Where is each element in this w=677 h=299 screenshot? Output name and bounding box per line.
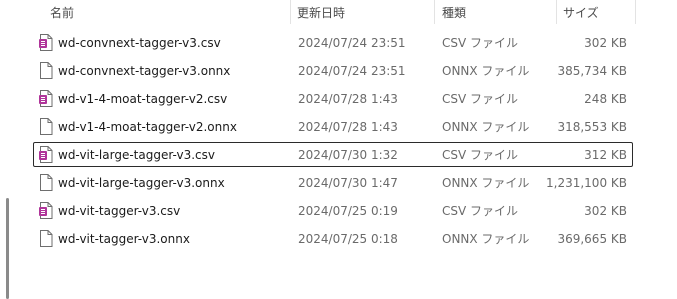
column-header-name[interactable]: 名前 [50, 0, 74, 24]
file-icon [39, 118, 53, 135]
file-size: 385,734 KB [557, 63, 627, 78]
file-name: wd-vit-tagger-v3.csv [58, 203, 181, 218]
csv-file-icon [39, 90, 53, 107]
file-row[interactable]: wd-v1-4-moat-tagger-v2.csv 2024/07/28 1:4… [33, 86, 633, 111]
file-row[interactable]: wd-v1-4-moat-tagger-v2.onnx 2024/07/28 1:… [33, 114, 633, 139]
file-type: CSV ファイル [442, 36, 519, 50]
file-type: ONNX ファイル [442, 120, 530, 134]
file-type: CSV ファイル [442, 148, 519, 162]
csv-file-icon [39, 146, 53, 163]
file-name: wd-vit-large-tagger-v3.csv [58, 147, 216, 162]
column-divider[interactable] [290, 0, 291, 24]
file-row[interactable]: wd-vit-large-tagger-v3.onnx 2024/07/30 1:… [33, 170, 633, 195]
file-list-view: 名前 ˆ 更新日時 種類 サイズ wd-convnext-tagger-v3.c… [0, 0, 677, 299]
file-type: ONNX ファイル [442, 232, 530, 246]
file-name: wd-v1-4-moat-tagger-v2.onnx [58, 119, 237, 134]
file-type: ONNX ファイル [442, 176, 530, 190]
file-size: 369,665 KB [557, 231, 627, 246]
csv-file-icon [39, 202, 53, 219]
file-modified-date: 2024/07/24 23:51 [298, 63, 406, 78]
column-header-type[interactable]: 種類 [442, 0, 466, 24]
file-modified-date: 2024/07/25 0:19 [298, 203, 398, 218]
file-row[interactable]: wd-vit-tagger-v3.csv 2024/07/25 0:19 CSV フ… [33, 198, 633, 223]
file-name: wd-convnext-tagger-v3.csv [58, 35, 221, 50]
file-type: CSV ファイル [442, 92, 519, 106]
column-divider[interactable] [556, 0, 557, 24]
file-name: wd-vit-tagger-v3.onnx [58, 231, 190, 246]
file-name: wd-convnext-tagger-v3.onnx [58, 63, 231, 78]
sort-ascending-icon: ˆ [167, 0, 172, 9]
file-row[interactable]: wd-convnext-tagger-v3.csv 2024/07/24 23:5… [33, 30, 633, 55]
column-header: 名前 ˆ 更新日時 種類 サイズ [0, 0, 677, 24]
file-icon [39, 62, 53, 79]
file-size: 302 KB [584, 203, 627, 218]
file-row[interactable]: wd-vit-large-tagger-v3.csv 2024/07/30 1:3… [33, 142, 633, 167]
file-size: 248 KB [584, 91, 627, 106]
file-size: 312 KB [584, 147, 627, 162]
vertical-scrollbar[interactable] [6, 198, 9, 299]
file-size: 1,231,100 KB [546, 175, 627, 190]
file-name: wd-v1-4-moat-tagger-v2.csv [58, 91, 228, 106]
column-header-size[interactable]: サイズ [563, 0, 599, 24]
file-type: ONNX ファイル [442, 64, 530, 78]
file-size: 318,553 KB [557, 119, 627, 134]
file-row[interactable]: wd-vit-tagger-v3.onnx 2024/07/25 0:18 ONNX… [33, 226, 633, 251]
file-modified-date: 2024/07/28 1:43 [298, 119, 398, 134]
column-header-date[interactable]: 更新日時 [297, 0, 345, 24]
file-row[interactable]: wd-convnext-tagger-v3.onnx 2024/07/24 23:… [33, 58, 633, 83]
column-divider[interactable] [635, 0, 636, 24]
csv-file-icon [39, 34, 53, 51]
file-modified-date: 2024/07/28 1:43 [298, 91, 398, 106]
file-icon [39, 174, 53, 191]
file-modified-date: 2024/07/24 23:51 [298, 35, 406, 50]
file-size: 302 KB [584, 35, 627, 50]
file-modified-date: 2024/07/25 0:18 [298, 231, 398, 246]
file-icon [39, 230, 53, 247]
file-type: CSV ファイル [442, 204, 519, 218]
column-divider[interactable] [434, 0, 435, 24]
file-modified-date: 2024/07/30 1:32 [298, 147, 398, 162]
file-modified-date: 2024/07/30 1:47 [298, 175, 398, 190]
file-name: wd-vit-large-tagger-v3.onnx [58, 175, 225, 190]
